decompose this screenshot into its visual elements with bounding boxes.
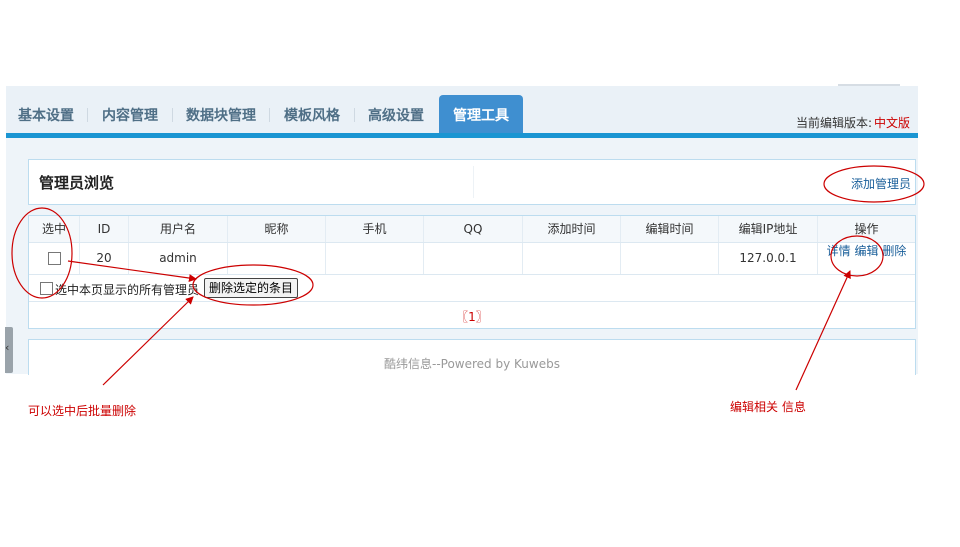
tab-basic-settings[interactable]: 基本设置 <box>6 95 86 135</box>
admin-table: 选中 ID 用户名 昵称 手机 QQ 添加时间 编辑时间 编辑IP地址 操作 2… <box>28 215 916 329</box>
bulk-action-row: 选中本页显示的所有管理员 删除选定的条目 <box>29 275 915 302</box>
column-header-nickname: 昵称 <box>228 216 326 242</box>
edit-link[interactable]: 编辑 <box>854 244 878 258</box>
column-header-phone: 手机 <box>326 216 424 242</box>
row-select-cell <box>29 243 80 274</box>
tab-template-style[interactable]: 模板风格 <box>271 95 353 135</box>
chevron-left-icon: ‹ <box>5 341 10 354</box>
cell-edit-time <box>621 243 719 274</box>
version-value[interactable]: 中文版 <box>874 116 910 130</box>
cell-nickname <box>228 243 326 274</box>
detail-link[interactable]: 详情 <box>827 244 851 258</box>
admin-app: 基本设置 内容管理 数据块管理 模板风格 高级设置 管理工具 当前编辑版本: 中文… <box>6 86 918 375</box>
batch-delete-annotation: 可以选中后批量删除 <box>28 404 137 418</box>
delete-link[interactable]: 删除 <box>882 244 906 258</box>
tab-separator <box>354 108 355 122</box>
tab-separator <box>269 108 270 122</box>
cell-qq <box>424 243 523 274</box>
cell-id: 20 <box>80 243 129 274</box>
version-label: 当前编辑版本: <box>795 116 872 130</box>
sidebar-toggle[interactable]: ‹ <box>5 327 13 373</box>
edit-info-annotation: 编辑相关 信息 <box>730 400 806 414</box>
tab-content-management[interactable]: 内容管理 <box>89 95 171 135</box>
admin-browse-header: 管理员浏览 添加管理员 <box>28 159 916 205</box>
pagination-row: 〖1〗 <box>29 302 915 328</box>
select-all-checkbox[interactable] <box>40 282 53 295</box>
cell-add-time <box>523 243 621 274</box>
tab-separator <box>87 108 88 122</box>
add-admin-link[interactable]: 添加管理员 <box>851 175 911 192</box>
divider <box>473 166 474 198</box>
version-indicator: 当前编辑版本: 中文版 <box>796 114 910 131</box>
top-navigation: 基本设置 内容管理 数据块管理 模板风格 高级设置 管理工具 当前编辑版本: 中文… <box>6 86 918 135</box>
column-header-actions: 操作 <box>854 222 879 236</box>
column-header-edit-ip: 编辑IP地址 <box>719 216 818 242</box>
footer: 酷纬信息--Powered by Kuwebs <box>28 339 916 375</box>
column-header-id: ID <box>80 216 129 242</box>
page-number-link[interactable]: 〖1〗 <box>456 308 488 325</box>
delete-selected-button[interactable]: 删除选定的条目 <box>204 278 299 298</box>
column-header-select: 选中 <box>29 216 80 242</box>
cell-username: admin <box>129 243 228 274</box>
column-header-edit-time: 编辑时间 <box>621 216 719 242</box>
nav-accent-bar <box>6 133 918 138</box>
cell-actions: 详情 编辑 删除 <box>818 243 915 274</box>
tab-advanced-settings[interactable]: 高级设置 <box>356 95 436 135</box>
column-header-add-time: 添加时间 <box>523 216 621 242</box>
select-all-label[interactable]: 选中本页显示的所有管理员 <box>55 281 199 298</box>
table-header-row: 选中 ID 用户名 昵称 手机 QQ 添加时间 编辑时间 编辑IP地址 操作 <box>29 216 915 243</box>
column-header-username: 用户名 <box>129 216 228 242</box>
cell-phone <box>326 243 424 274</box>
tab-data-block-management[interactable]: 数据块管理 <box>174 95 268 135</box>
row-checkbox[interactable] <box>47 252 61 265</box>
tab-admin-tools[interactable]: 管理工具 <box>439 95 523 135</box>
cell-edit-ip: 127.0.0.1 <box>719 243 818 274</box>
tab-separator <box>172 108 173 122</box>
column-header-qq: QQ <box>424 216 523 242</box>
footer-text: 酷纬信息--Powered by Kuwebs <box>384 357 560 371</box>
table-row: 20 admin 127.0.0.1 详情 编辑 删除 <box>29 243 915 275</box>
page-title: 管理员浏览 <box>39 174 115 192</box>
